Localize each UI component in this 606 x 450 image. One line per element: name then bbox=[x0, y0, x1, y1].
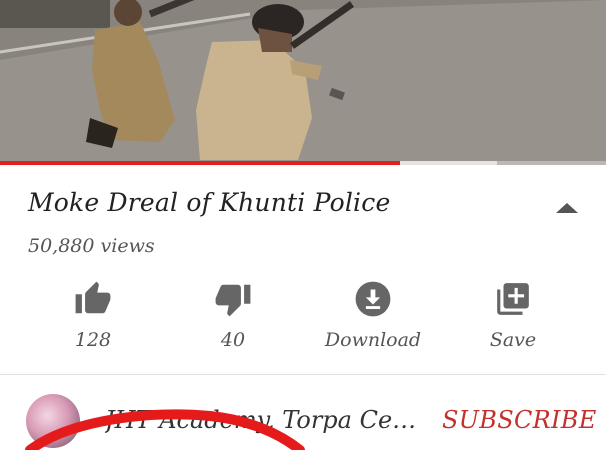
view-count: 50,880 views bbox=[28, 235, 155, 257]
thumbs-up-icon bbox=[75, 281, 111, 314]
video-title-row: Moke Dreal of Khunti Police bbox=[28, 188, 578, 224]
progress-buffered bbox=[400, 161, 497, 165]
thumbs-down-icon bbox=[215, 284, 251, 317]
video-frame bbox=[0, 0, 606, 165]
video-title: Moke Dreal of Khunti Police bbox=[28, 188, 391, 217]
channel-avatar[interactable] bbox=[26, 394, 80, 448]
video-player[interactable] bbox=[0, 0, 606, 165]
channel-row: JHT Academy, Torpa Cent... SUBSCRIBE bbox=[0, 376, 606, 450]
like-count: 128 bbox=[74, 329, 112, 351]
video-progress-bar[interactable] bbox=[0, 161, 606, 165]
add-to-playlist-icon bbox=[497, 283, 529, 315]
subscribe-button[interactable]: SUBSCRIBE bbox=[442, 406, 597, 434]
action-bar: 128 40 Download Save bbox=[0, 278, 606, 358]
save-label: Save bbox=[489, 329, 537, 351]
channel-name[interactable]: JHT Academy, Torpa Cent... bbox=[105, 406, 420, 434]
progress-played bbox=[0, 161, 400, 165]
download-label: Download bbox=[324, 329, 422, 351]
expand-description-icon[interactable] bbox=[556, 203, 578, 213]
dislike-count: 40 bbox=[220, 329, 246, 351]
divider bbox=[0, 374, 606, 375]
download-icon bbox=[355, 281, 391, 317]
